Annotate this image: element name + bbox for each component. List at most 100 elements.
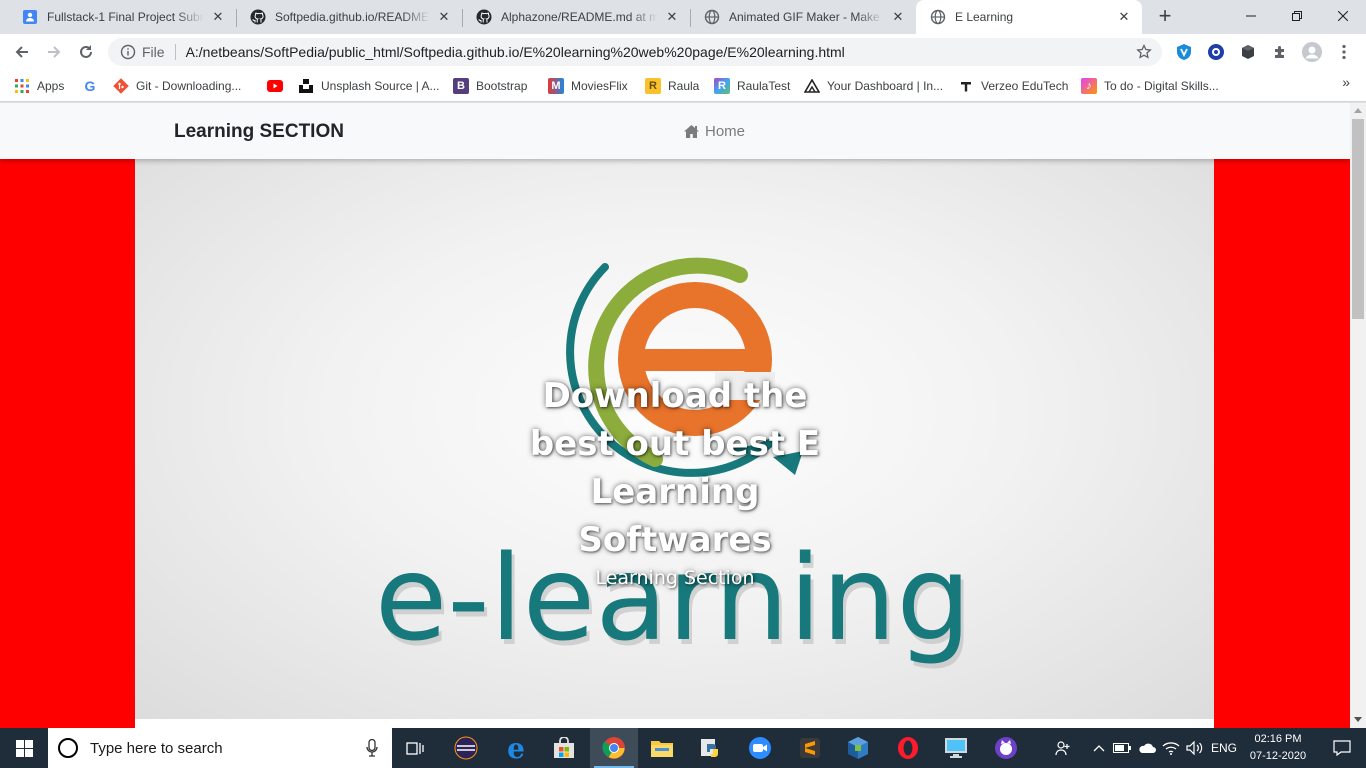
new-tab-button[interactable]: + xyxy=(1153,5,1177,29)
tab-title: Animated GIF Maker - Make G xyxy=(729,10,884,24)
restore-icon xyxy=(1292,11,1302,21)
edge-icon[interactable]: e xyxy=(492,728,540,768)
bookmark-git[interactable]: Git - Downloading... xyxy=(113,76,241,96)
sublime-text-icon[interactable] xyxy=(786,728,834,768)
onedrive-cloud-icon[interactable] xyxy=(1136,728,1158,768)
python-icon[interactable] xyxy=(686,728,734,768)
bookmark-youtube[interactable] xyxy=(267,76,290,96)
back-button[interactable] xyxy=(8,38,36,66)
tab-fullstack[interactable]: Fullstack-1 Final Project Submi ✕ xyxy=(8,0,236,34)
file-explorer-icon[interactable] xyxy=(638,728,686,768)
tray-overflow-chevron-up-icon[interactable] xyxy=(1090,728,1108,768)
github-desktop-icon[interactable] xyxy=(982,728,1030,768)
hero-subheading: Learning Section xyxy=(595,567,755,589)
tab-alphazone-readme[interactable]: Alphazone/README.md at ma ✕ xyxy=(462,0,690,34)
people-icon[interactable] xyxy=(1052,728,1074,768)
bookmark-apps[interactable]: Apps xyxy=(14,76,64,96)
close-tab-icon[interactable]: ✕ xyxy=(436,9,452,25)
bookmark-google[interactable]: G xyxy=(82,76,105,96)
google-forms-icon xyxy=(22,9,38,25)
page-scrollbar[interactable] xyxy=(1350,103,1366,728)
page-viewport: Learning SECTION Home e-learning e-learn… xyxy=(0,103,1350,728)
address-bar[interactable]: File A:/netbeans/SoftPedia/public_html/S… xyxy=(108,38,1162,66)
info-icon[interactable] xyxy=(120,44,136,60)
zoom-icon[interactable] xyxy=(736,728,784,768)
verzeo-icon xyxy=(958,78,974,94)
bookmark-dashboard[interactable]: Your Dashboard | In... xyxy=(804,76,943,96)
git-icon xyxy=(113,78,129,94)
forward-button[interactable] xyxy=(40,38,68,66)
vpn-extension-icon[interactable] xyxy=(1174,42,1194,62)
bookmark-label: Unsplash Source | A... xyxy=(321,79,440,93)
bookmark-label: MoviesFlix xyxy=(571,79,628,93)
windows-logo-icon xyxy=(15,739,33,757)
battery-icon[interactable] xyxy=(1112,728,1132,768)
microphone-icon[interactable] xyxy=(366,739,378,757)
scheme-label: File xyxy=(142,44,165,60)
bookmark-bootstrap[interactable]: B Bootstrap xyxy=(453,76,527,96)
raula-icon: R xyxy=(645,78,661,94)
hero-caption: Download the best out best E Learning So… xyxy=(495,372,855,589)
home-icon xyxy=(684,125,699,138)
tab-title: Fullstack-1 Final Project Submi xyxy=(47,10,204,24)
task-view-icon[interactable] xyxy=(392,728,440,768)
hero-heading: Download the best out best E Learning So… xyxy=(529,376,821,560)
site-brand[interactable]: Learning SECTION xyxy=(174,121,344,143)
close-icon xyxy=(1338,11,1348,21)
bookmark-verzeo[interactable]: Verzeo EduTech xyxy=(958,76,1068,96)
language-indicator[interactable]: ENG xyxy=(1208,728,1240,768)
close-tab-icon[interactable]: ✕ xyxy=(890,9,906,25)
taskbar-search-box[interactable]: Type here to search xyxy=(48,728,392,768)
remote-desktop-icon[interactable] xyxy=(932,728,980,768)
tab-title: Softpedia.github.io/README.m xyxy=(275,10,430,24)
store-icon[interactable] xyxy=(540,728,588,768)
url-text[interactable]: A:/netbeans/SoftPedia/public_html/Softpe… xyxy=(186,44,845,60)
taskbar-clock[interactable]: 02:16 PM 07-12-2020 xyxy=(1240,731,1316,765)
site-navbar: Learning SECTION Home xyxy=(0,103,1350,159)
bookmark-raula[interactable]: R Raula xyxy=(645,76,699,96)
volume-icon[interactable] xyxy=(1184,728,1206,768)
scroll-down-arrow-icon[interactable] xyxy=(1354,717,1362,722)
more-bookmarks-chevron-icon[interactable]: » xyxy=(1342,74,1350,90)
minimize-button[interactable] xyxy=(1228,0,1274,32)
close-tab-icon[interactable]: ✕ xyxy=(210,9,226,25)
tab-title: E Learning xyxy=(955,10,1014,24)
start-button[interactable] xyxy=(0,728,48,768)
bookmark-todo[interactable]: ♪ To do - Digital Skills... xyxy=(1081,76,1219,96)
reload-button[interactable] xyxy=(72,38,100,66)
scroll-up-arrow-icon[interactable] xyxy=(1354,108,1362,113)
virtualbox-icon[interactable] xyxy=(834,728,882,768)
notification-center-icon[interactable] xyxy=(1318,728,1366,768)
scrollbar-thumb[interactable] xyxy=(1352,119,1364,319)
close-window-button[interactable] xyxy=(1320,0,1366,32)
close-tab-icon[interactable]: ✕ xyxy=(664,9,680,25)
menu-kebab-icon[interactable] xyxy=(1334,42,1354,62)
eclipse-icon[interactable] xyxy=(442,728,490,768)
bookmark-star-icon[interactable] xyxy=(1136,44,1152,60)
github-icon xyxy=(250,9,266,25)
bookmark-moviesflix[interactable]: M MoviesFlix xyxy=(548,76,628,96)
tab-gif-maker[interactable]: Animated GIF Maker - Make G ✕ xyxy=(690,0,916,34)
profile-avatar-icon[interactable] xyxy=(1302,42,1322,62)
restore-button[interactable] xyxy=(1274,0,1320,32)
tab-e-learning[interactable]: E Learning ✕ xyxy=(916,0,1142,34)
github-icon xyxy=(476,9,492,25)
bookmark-unsplash[interactable]: Unsplash Source | A... xyxy=(298,76,440,96)
wifi-icon[interactable] xyxy=(1160,728,1182,768)
bookmark-label: Git - Downloading... xyxy=(136,79,242,93)
search-icon xyxy=(58,738,78,758)
bookmark-raulatest[interactable]: R RaulaTest xyxy=(714,76,790,96)
bookmark-label: Bootstrap xyxy=(476,79,528,93)
extensions-puzzle-icon[interactable] xyxy=(1270,42,1290,62)
opera-icon[interactable] xyxy=(884,728,932,768)
youtube-icon xyxy=(267,78,283,94)
arrow-right-icon xyxy=(48,46,61,58)
nav-home-link[interactable]: Home xyxy=(683,123,745,140)
close-tab-icon[interactable]: ✕ xyxy=(1116,9,1132,25)
cube-extension-icon[interactable] xyxy=(1238,42,1258,62)
chrome-icon[interactable] xyxy=(590,728,638,768)
bookmark-label: RaulaTest xyxy=(737,79,791,93)
moviesflix-icon: M xyxy=(548,78,564,94)
tab-softpedia-readme[interactable]: Softpedia.github.io/README.m ✕ xyxy=(236,0,462,34)
shield-extension-icon[interactable] xyxy=(1206,42,1226,62)
